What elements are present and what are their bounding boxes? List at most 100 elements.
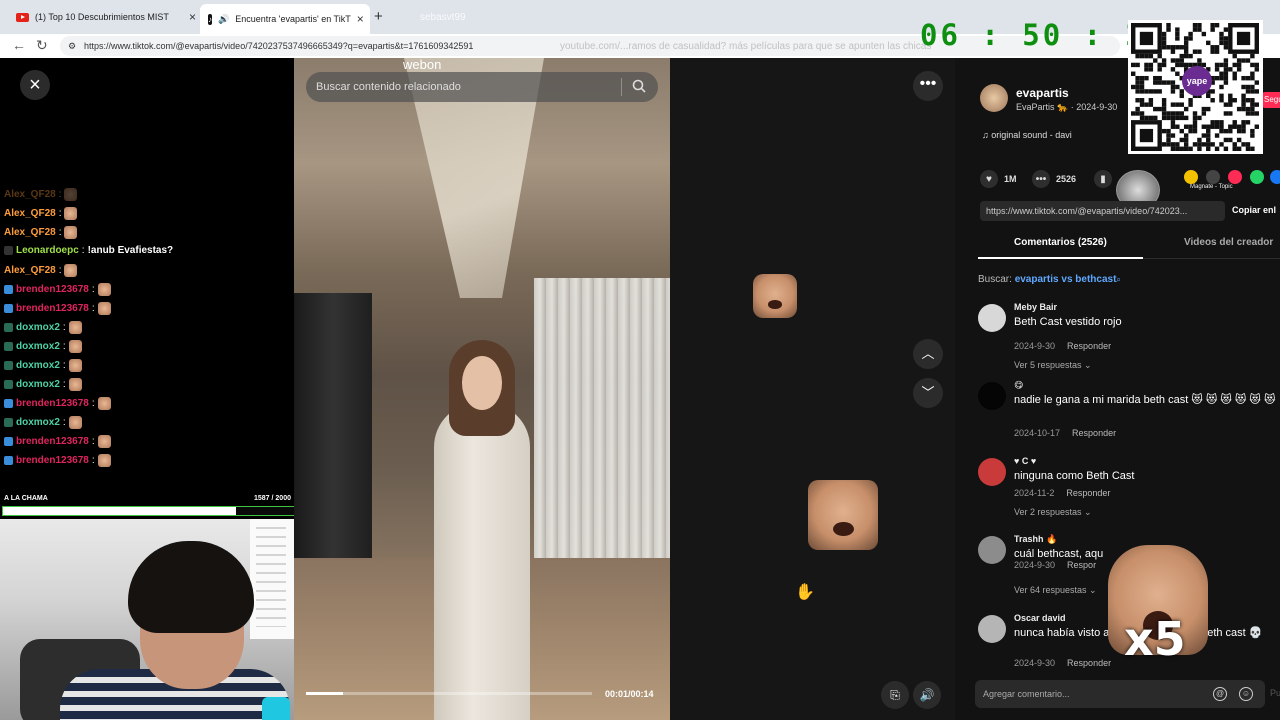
whatsapp-share-icon[interactable] [1250, 170, 1264, 184]
chat-separator: : [91, 303, 95, 314]
close-icon[interactable]: × [20, 70, 50, 100]
view-replies-button[interactable]: Ver 64 respuestas ⌄ [1014, 585, 1097, 596]
commenter-name[interactable]: Oscar david [1014, 613, 1066, 623]
copy-link-button[interactable]: Copiar enl [1232, 205, 1276, 215]
tab-youtube[interactable]: (1) Top 10 Descubrimientos MIST × [8, 6, 204, 28]
chat-separator: : [91, 284, 95, 295]
chat-username[interactable]: Alex_QF28 [4, 208, 56, 219]
new-tab-button[interactable]: + [374, 8, 383, 25]
chat-badge-icon [4, 285, 13, 294]
next-video-icon[interactable]: ﹀ [913, 378, 943, 408]
overlay-caption: webon [403, 57, 442, 72]
chat-emote-icon [68, 340, 82, 353]
chat-separator: : [58, 227, 62, 238]
commenter-avatar[interactable] [978, 458, 1006, 486]
emote-face-medium [808, 480, 878, 550]
ghost-tab-label: sebasvt99 [420, 12, 466, 23]
chat-message: brenden123678: [4, 435, 111, 448]
chat-emote-icon [97, 302, 111, 315]
comment-stat[interactable]: ••• 2526 [1032, 170, 1076, 188]
previous-video-icon[interactable]: ︿ [913, 339, 943, 369]
chat-username[interactable]: doxmox2 [16, 341, 60, 352]
tab-comments[interactable]: Comentarios (2526) [1014, 237, 1107, 248]
code-share-icon[interactable] [1206, 170, 1220, 184]
dark-curtain [294, 293, 372, 563]
follow-button[interactable]: Segui [1262, 92, 1280, 108]
chat-emote-icon [97, 454, 111, 467]
chat-username[interactable]: Leonardoepc [16, 245, 79, 256]
commenter-name[interactable]: Trashh 🔥 [1014, 534, 1057, 545]
facebook-share-icon[interactable] [1270, 170, 1280, 184]
close-tab-icon[interactable]: × [189, 10, 196, 24]
chat-message: doxmox2: [4, 378, 82, 391]
chat-badge-icon [4, 342, 13, 351]
chat-username[interactable]: doxmox2 [16, 417, 60, 428]
view-replies-button[interactable]: Ver 5 respuestas ⌄ [1014, 360, 1092, 371]
goal-label: A LA CHAMA [4, 495, 48, 502]
url-text: https://www.tiktok.com/@evapartis/video/… [84, 41, 474, 51]
commenter-avatar[interactable] [978, 304, 1006, 332]
reply-button[interactable]: Responder [1072, 428, 1116, 438]
chat-username[interactable]: Alex_QF28 [4, 189, 56, 200]
chat-username[interactable]: brenden123678 [16, 284, 89, 295]
chat-username[interactable]: brenden123678 [16, 303, 89, 314]
commenter-avatar[interactable] [978, 382, 1006, 410]
reload-icon[interactable]: ↻ [36, 37, 48, 54]
reply-button[interactable]: Respor [1067, 560, 1096, 570]
search-term[interactable]: evapartis vs bethcast [1015, 274, 1117, 285]
commenter-name[interactable]: ♥ C ♥ [1014, 456, 1036, 466]
tab-tiktok[interactable]: ♪ 🔊 Encuentra 'evapartis' en TikT × [200, 4, 370, 34]
chat-username[interactable]: Alex_QF28 [4, 227, 56, 238]
emoji-icon[interactable]: ☺ [1239, 687, 1253, 701]
report-icon[interactable]: ⎘ [881, 681, 909, 709]
chat-username[interactable]: doxmox2 [16, 322, 60, 333]
search-suggestion[interactable]: Buscar: evapartis vs bethcast⌕ [978, 274, 1121, 285]
close-tab-icon[interactable]: × [357, 12, 364, 26]
person-face [462, 356, 502, 410]
bookmark-stat[interactable]: ▮ [1094, 170, 1112, 188]
chat-username[interactable]: doxmox2 [16, 379, 60, 390]
comment-count: 2526 [1056, 174, 1077, 184]
commenter-avatar[interactable] [978, 615, 1006, 643]
video-time: 00:01/00:14 [605, 689, 654, 699]
reply-button[interactable]: Responder [1067, 341, 1111, 351]
chat-separator: : [58, 208, 62, 219]
commenter-name[interactable]: Meby Bair [1014, 302, 1057, 312]
bookmark-icon: ▮ [1094, 170, 1112, 188]
chat-username[interactable]: brenden123678 [16, 436, 89, 447]
chat-username[interactable]: Alex_QF28 [4, 265, 56, 276]
chat-emote-icon [64, 264, 78, 277]
chat-badge-icon [4, 380, 13, 389]
embed-share-icon[interactable] [1184, 170, 1198, 184]
creator-avatar[interactable] [980, 84, 1008, 112]
like-stat[interactable]: ♥ 1M [980, 170, 1017, 188]
mention-icon[interactable]: @ [1213, 687, 1227, 701]
chat-username[interactable]: brenden123678 [16, 398, 89, 409]
active-tab-underline [978, 257, 1143, 259]
reply-button[interactable]: Responder [1066, 488, 1110, 498]
chat-username[interactable]: doxmox2 [16, 360, 60, 371]
volume-icon[interactable]: 🔊 [913, 681, 941, 709]
tab-creator-videos[interactable]: Videos del creador [1184, 237, 1273, 248]
more-options-icon[interactable]: ••• [913, 71, 943, 101]
search-icon[interactable] [632, 79, 646, 93]
commenter-avatar[interactable] [978, 536, 1006, 564]
commenter-name[interactable]: 😋 [1014, 380, 1023, 391]
creator-username[interactable]: evapartis [1016, 86, 1069, 100]
chat-separator: : [58, 189, 62, 200]
site-info-icon[interactable]: ⚙ [68, 36, 76, 56]
back-arrow-icon[interactable]: ← [12, 37, 26, 53]
chat-username[interactable]: brenden123678 [16, 455, 89, 466]
video-player[interactable] [294, 58, 670, 720]
reply-button[interactable]: Responder [1067, 658, 1111, 668]
webcam-feed [0, 519, 294, 720]
related-search-input[interactable]: Buscar contenido relacionado [306, 72, 658, 102]
comment-item: Meby Bair Beth Cast vestido rojo 2024-9-30… [978, 302, 1278, 377]
chat-emote-icon [64, 226, 78, 239]
video-link-field[interactable]: https://www.tiktok.com/@evapartis/video/… [980, 201, 1225, 221]
sound-label[interactable]: ♫ original sound - davi [982, 130, 1072, 140]
view-replies-button[interactable]: Ver 2 respuestas ⌄ [1014, 507, 1092, 518]
send-share-icon[interactable] [1228, 170, 1242, 184]
post-button[interactable]: Pu [1270, 688, 1280, 698]
video-progress-bar[interactable] [306, 692, 592, 695]
